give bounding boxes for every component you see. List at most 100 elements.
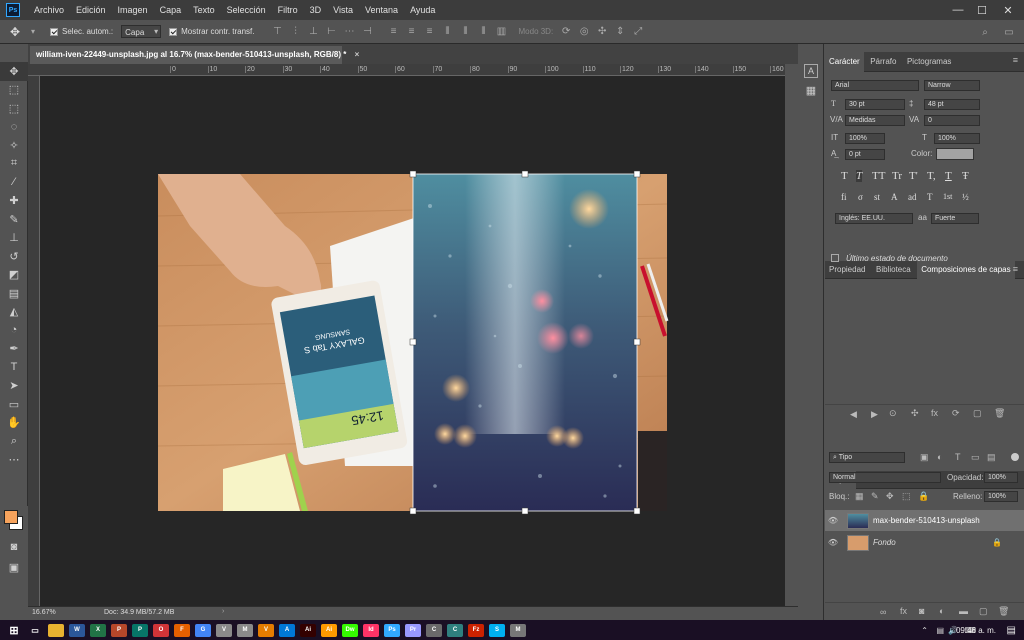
drag-3d-icon[interactable]: ✣ xyxy=(595,25,609,39)
menu-vista[interactable]: Vista xyxy=(327,0,359,20)
new-group-icon[interactable]: ▬ xyxy=(959,606,968,616)
vertical-scale-field[interactable]: 100% xyxy=(845,133,885,144)
tab-bibliotecas[interactable]: Biblioteca xyxy=(872,261,915,279)
faux-italic-icon[interactable]: T xyxy=(856,170,863,182)
kerning-field[interactable]: Medidas xyxy=(845,115,905,126)
font-family-field[interactable]: Arial xyxy=(831,80,919,91)
comps-menu-icon[interactable]: ≡ xyxy=(1013,264,1018,274)
menu-ayuda[interactable]: Ayuda xyxy=(404,0,441,20)
hand-tool-icon[interactable]: ✋ xyxy=(0,414,28,433)
artboard-tool-icon[interactable]: ⬚ xyxy=(0,81,28,100)
document-tab[interactable]: william-iven-22449-unsplash.jpg al 16.7%… xyxy=(30,46,359,64)
all-caps-icon[interactable]: TT xyxy=(872,170,885,182)
slide-3d-icon[interactable]: ⇕ xyxy=(613,25,627,39)
tab-propiedades[interactable]: Propiedad xyxy=(825,261,869,279)
lock-transparency-icon[interactable]: ▦ xyxy=(855,491,864,502)
more-tools-icon[interactable]: ⋯ xyxy=(0,451,28,470)
blend-mode-dropdown[interactable]: Normal xyxy=(829,472,941,483)
baseline-shift-field[interactable]: 0 pt xyxy=(845,149,885,160)
status-arrow-icon[interactable]: › xyxy=(222,608,224,615)
rectangle-tool-icon[interactable]: ▭ xyxy=(0,395,28,414)
opacity-field[interactable]: 100% xyxy=(984,472,1018,483)
layer-row-fondo[interactable]: 👁 Fondo 🔒 xyxy=(825,532,1024,553)
ordinals-icon[interactable]: T xyxy=(927,192,933,202)
canvas-area[interactable]: SAMSUNG GALAXY Tab S 12:45 xyxy=(40,76,785,606)
new-fill-adjustment-icon[interactable]: ◐ xyxy=(939,606,944,616)
taskbar-app-icon[interactable]: O xyxy=(153,623,169,637)
workspace-icon[interactable]: ▭ xyxy=(1002,25,1016,39)
gradient-tool-icon[interactable]: ▤ xyxy=(0,284,28,303)
foreground-color-swatch[interactable] xyxy=(4,510,18,524)
tracking-field[interactable]: 0 xyxy=(924,115,980,126)
taskbar-app-icon[interactable]: Fz xyxy=(468,623,484,637)
close-button[interactable]: ✕ xyxy=(996,0,1020,20)
superscript-icon[interactable]: T' xyxy=(909,170,918,182)
next-comp-icon[interactable]: ▶ xyxy=(871,409,878,420)
subscript-icon[interactable]: T, xyxy=(927,170,936,182)
roll-3d-icon[interactable]: ◎ xyxy=(577,25,591,39)
taskbar-app-icon[interactable]: Dw xyxy=(342,623,358,637)
comp-item[interactable]: Último estado de documento xyxy=(846,254,948,263)
menu-filtro[interactable]: Filtro xyxy=(272,0,304,20)
distribute-hcenter-icon[interactable]: ⦀ xyxy=(459,25,473,39)
brush-tool-icon[interactable]: ✎ xyxy=(0,210,28,229)
auto-select-checkbox[interactable] xyxy=(50,27,58,36)
tab-parrafo[interactable]: Párrafo xyxy=(866,52,900,72)
orbit-3d-icon[interactable]: ⟳ xyxy=(559,25,573,39)
taskbar-app-icon[interactable]: Id xyxy=(363,623,379,637)
tray-chevron-icon[interactable]: ⌃ xyxy=(921,626,928,635)
style-comp-icon[interactable]: fx xyxy=(931,408,938,418)
menu-ventana[interactable]: Ventana xyxy=(359,0,404,20)
distribute-top-icon[interactable]: ≡ xyxy=(387,25,401,39)
distribute-vcenter-icon[interactable]: ≡ xyxy=(405,25,419,39)
taskbar-app-icon[interactable]: Pr xyxy=(405,623,421,637)
taskbar-app-icon[interactable]: G xyxy=(195,623,211,637)
move-tool-preset-icon[interactable]: ✥ xyxy=(8,25,22,39)
alt-ligatures-icon[interactable]: σ xyxy=(858,192,863,202)
taskbar-app-icon[interactable]: S xyxy=(489,623,505,637)
taskbar-app-icon[interactable]: Ai xyxy=(300,623,316,637)
type-tool-icon[interactable]: T xyxy=(0,358,28,377)
clock[interactable]: 09:46 a. m. xyxy=(956,626,996,635)
layer-filter-dropdown[interactable]: ⌕ Tipo xyxy=(829,452,905,463)
blur-tool-icon[interactable]: ◭ xyxy=(0,303,28,322)
prev-comp-icon[interactable]: ◀ xyxy=(850,409,857,420)
crop-tool-icon[interactable]: ⌗ xyxy=(0,155,28,174)
visibility-eye-icon[interactable]: 👁 xyxy=(825,538,841,547)
lock-all-icon[interactable]: 🔒 xyxy=(918,491,929,502)
maximize-button[interactable]: ☐ xyxy=(970,0,994,20)
lock-pixels-icon[interactable]: ✎ xyxy=(871,491,879,502)
tab-caracter[interactable]: Carácter xyxy=(825,52,864,72)
position-comp-icon[interactable]: ✣ xyxy=(911,408,919,419)
tab-pictogramas[interactable]: Pictogramas xyxy=(903,52,955,72)
taskbar-app-icon[interactable]: P xyxy=(132,623,148,637)
taskbar-app-icon[interactable]: A xyxy=(279,623,295,637)
quick-mask-icon[interactable]: ◙ xyxy=(0,538,28,557)
distribute-right-icon[interactable]: ⦀ xyxy=(477,25,491,39)
align-right-icon[interactable]: ⊣ xyxy=(361,25,375,39)
show-transform-checkbox[interactable] xyxy=(169,27,178,36)
ligatures-icon[interactable]: fi xyxy=(841,192,847,202)
font-style-field[interactable]: Narrow xyxy=(924,80,980,91)
fill-field[interactable]: 100% xyxy=(984,491,1018,502)
titling-icon[interactable]: ad xyxy=(908,192,917,202)
new-comp-icon[interactable]: ▢ xyxy=(973,408,982,419)
taskbar-app-icon[interactable]: C xyxy=(426,623,442,637)
strikethrough-icon[interactable]: Ŧ xyxy=(962,170,969,182)
underline-icon[interactable]: T xyxy=(945,170,952,182)
visibility-eye-icon[interactable]: 👁 xyxy=(825,516,841,525)
horizontal-scale-field[interactable]: 100% xyxy=(934,133,980,144)
update-comp-icon[interactable]: ⟳ xyxy=(952,408,960,419)
menu-texto[interactable]: Texto xyxy=(187,0,221,20)
leading-field[interactable]: 48 pt xyxy=(924,99,980,110)
task-view-icon[interactable]: ▭ xyxy=(27,624,43,637)
taskbar-app-icon[interactable]: P xyxy=(111,623,127,637)
layer-row-rain[interactable]: 👁 max-bender-510413-unsplash xyxy=(825,510,1024,531)
lock-artboard-icon[interactable]: ⬚ xyxy=(902,491,911,502)
brushes-panel-icon[interactable]: A xyxy=(804,64,818,78)
panel-menu-icon[interactable]: ≡ xyxy=(1013,55,1018,65)
distribute-bottom-icon[interactable]: ≡ xyxy=(423,25,437,39)
filter-pixel-icon[interactable]: ▣ xyxy=(920,452,929,463)
taskbar-app-icon[interactable]: W xyxy=(69,623,85,637)
stamp-tool-icon[interactable]: ⊥ xyxy=(0,229,28,248)
